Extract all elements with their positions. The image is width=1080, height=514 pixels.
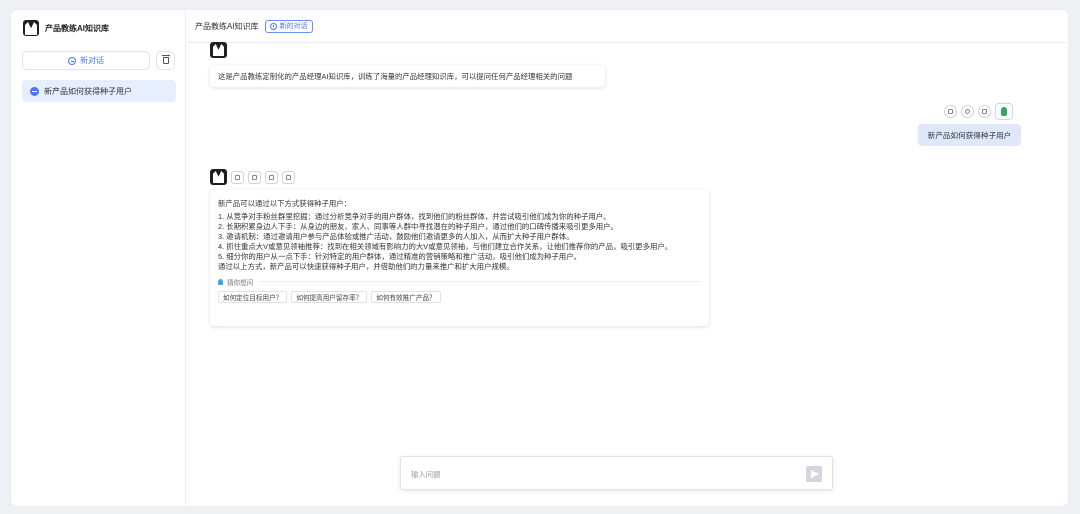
- user-message-toolbar: [944, 103, 1013, 120]
- lightbulb-icon: [218, 278, 223, 285]
- feedback-button[interactable]: [282, 170, 295, 184]
- refresh-icon: [965, 109, 970, 114]
- sidebar-session-item[interactable]: 新产品如何获得种子用户: [22, 80, 176, 102]
- bot-avatar: [210, 169, 227, 185]
- delete-answer-button[interactable]: [248, 170, 261, 184]
- user-message: 新产品如何获得种子用户: [918, 124, 1021, 146]
- page-title: 产品教练AI知识库: [195, 21, 259, 31]
- bot-answer-toolbar: [210, 169, 295, 185]
- retry-button[interactable]: [961, 105, 974, 118]
- suggestions-header: 猜你想问: [218, 277, 701, 287]
- answer-summary: 通过以上方式，新产品可以快速获得种子用户，并借助他们的力量来推广和扩大用户规模。: [218, 262, 514, 272]
- speaker-icon: [269, 174, 274, 180]
- chat-dot-icon: [30, 86, 39, 96]
- question-input[interactable]: [411, 467, 791, 481]
- clock-icon: [269, 22, 277, 30]
- delete-button[interactable]: [978, 105, 991, 118]
- answer-line: 3. 邀请机制：通过邀请用户参与产品体验或推广活动，鼓励他们邀请更多的人加入，从…: [218, 232, 574, 242]
- new-conversation-badge[interactable]: 新的对话: [264, 19, 313, 33]
- user-hand-icon: [1001, 107, 1007, 116]
- bot-greeting-message: 这是产品教练定制化的产品经理AI知识库，训练了海量的产品经理知识库，可以提问任何…: [210, 65, 605, 87]
- answer-line: 4. 抓住重点大V或意见领袖推荐：找到在相关领域有影响力的大V或意见领袖，与他们…: [218, 242, 673, 252]
- answer-line: 5. 细分你的用户从一点下手：针对特定的用户群体，通过精准的营销策略和推广活动，…: [218, 252, 581, 262]
- suit-avatar-icon: [23, 20, 39, 36]
- answer-line: 2. 长期积累身边人下手：从身边的朋友、家人、同事等人群中寻找潜在的种子用户，通…: [218, 222, 618, 232]
- bot-answer-message: 新产品可以通过以下方式获得种子用户： 1. 从竞争对手粉丝群里挖掘：通过分析竞争…: [210, 190, 709, 326]
- copy-icon: [235, 174, 240, 180]
- trash-icon: [161, 55, 170, 64]
- send-arrow-icon: [811, 470, 819, 478]
- copy-answer-button[interactable]: [231, 170, 244, 184]
- copy-icon: [948, 109, 953, 114]
- trash-icon: [982, 109, 987, 114]
- new-chat-label: 新对话: [80, 56, 104, 65]
- chat-input-box: [400, 456, 833, 490]
- brand: 产品教练AI知识库: [23, 20, 109, 36]
- app-title: 产品教练AI知识库: [45, 23, 109, 33]
- clear-history-button[interactable]: [156, 51, 175, 70]
- answer-line: 1. 从竞争对手粉丝群里挖掘：通过分析竞争对手的用户群体，找到他们的粉丝群体，并…: [218, 212, 611, 221]
- suggestion-chip[interactable]: 如何提高用户留存率？: [291, 290, 368, 303]
- user-message-text: 新产品如何获得种子用户: [927, 130, 1012, 140]
- session-label: 新产品如何获得种子用户: [44, 86, 132, 96]
- send-button[interactable]: [806, 466, 822, 482]
- read-aloud-button[interactable]: [265, 170, 278, 184]
- suggestion-chip[interactable]: 如何有效推广产品？: [371, 290, 441, 303]
- bot-avatar: [210, 42, 227, 58]
- top-bar: 产品教练AI知识库 新的对话: [187, 10, 1068, 43]
- greeting-text: 这是产品教练定制化的产品经理AI知识库，训练了海量的产品经理知识库，可以提问任何…: [218, 71, 573, 81]
- trash-icon: [252, 174, 257, 180]
- thumb-icon: [286, 174, 291, 180]
- divider: [259, 281, 701, 283]
- sidebar: 产品教练AI知识库 新对话 新产品如何获得种子用户: [11, 10, 186, 506]
- new-chat-button[interactable]: 新对话: [22, 51, 150, 70]
- suggestion-chip[interactable]: 如何定位目标用户？: [218, 290, 288, 303]
- answer-intro: 新产品可以通过以下方式获得种子用户：: [218, 199, 352, 208]
- copy-button[interactable]: [944, 105, 957, 118]
- suggestions-label: 猜你想问: [227, 279, 254, 287]
- chat-bubble-icon: [68, 56, 76, 65]
- suggestion-chips: 如何定位目标用户？ 如何提高用户留存率？ 如何有效推广产品？: [218, 290, 701, 303]
- badge-label: 新的对话: [279, 23, 308, 30]
- user-avatar: [995, 103, 1013, 120]
